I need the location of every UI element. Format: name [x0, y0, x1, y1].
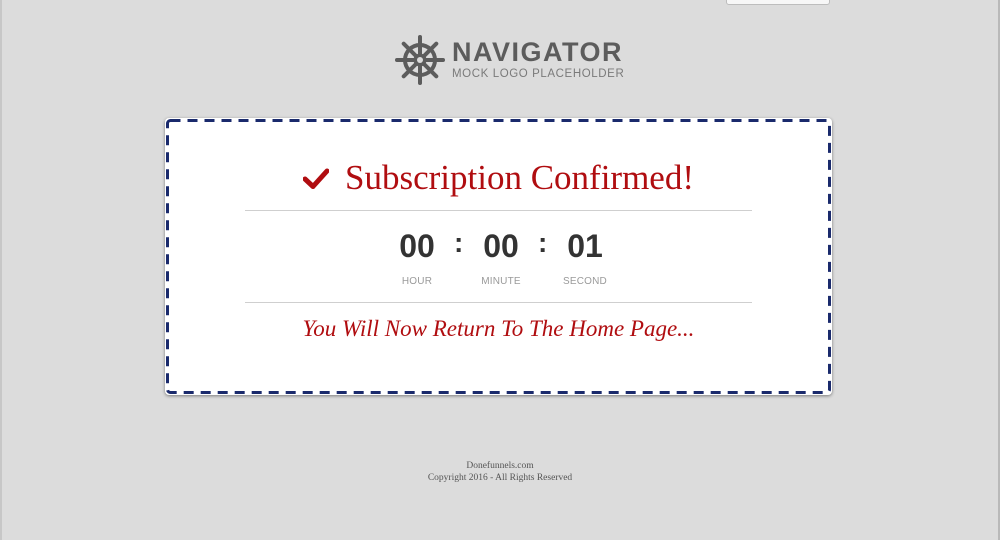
second-label: SECOND — [563, 276, 607, 287]
checkmark-icon — [303, 168, 329, 189]
window-frame-left — [0, 0, 2, 540]
countdown-timer: 00 HOUR : 00 MINUTE : 01 SECOND — [377, 229, 617, 290]
return-message: You Will Now Return To The Home Page... — [302, 316, 695, 341]
footer-copyright: Copyright 2016 - All Rights Reserved — [427, 473, 573, 483]
confirmation-card: Subscription Confirmed! 00 HOUR : 00 MIN… — [165, 118, 832, 395]
countdown-hour: 00 HOUR — [377, 230, 457, 287]
minute-value: 00 — [483, 228, 519, 264]
hour-value: 00 — [399, 228, 435, 264]
countdown-second: 01 SECOND — [545, 230, 625, 287]
top-edge-tab[interactable] — [726, 0, 830, 5]
second-value: 01 — [567, 228, 603, 264]
page-footer: Donefunnels.com Copyright 2016 - All Rig… — [0, 460, 1000, 484]
minute-label: MINUTE — [481, 276, 521, 287]
divider-top — [245, 210, 752, 211]
hour-label: HOUR — [401, 276, 433, 287]
divider-bottom — [245, 302, 752, 303]
brand-logo: NAVIGATOR MOCK LOGO PLACEHOLDER — [394, 35, 625, 85]
ship-wheel-icon — [395, 35, 445, 85]
brand-tagline: MOCK LOGO PLACEHOLDER — [452, 68, 625, 81]
confirmation-title: Subscription Confirmed! — [345, 158, 694, 197]
countdown-minute: 00 MINUTE — [461, 230, 541, 287]
brand-name: NAVIGATOR — [452, 37, 624, 68]
footer-site-link[interactable]: Donefunnels.com — [0, 460, 1000, 472]
confirmation-heading: Subscription Confirmed! — [165, 158, 832, 198]
